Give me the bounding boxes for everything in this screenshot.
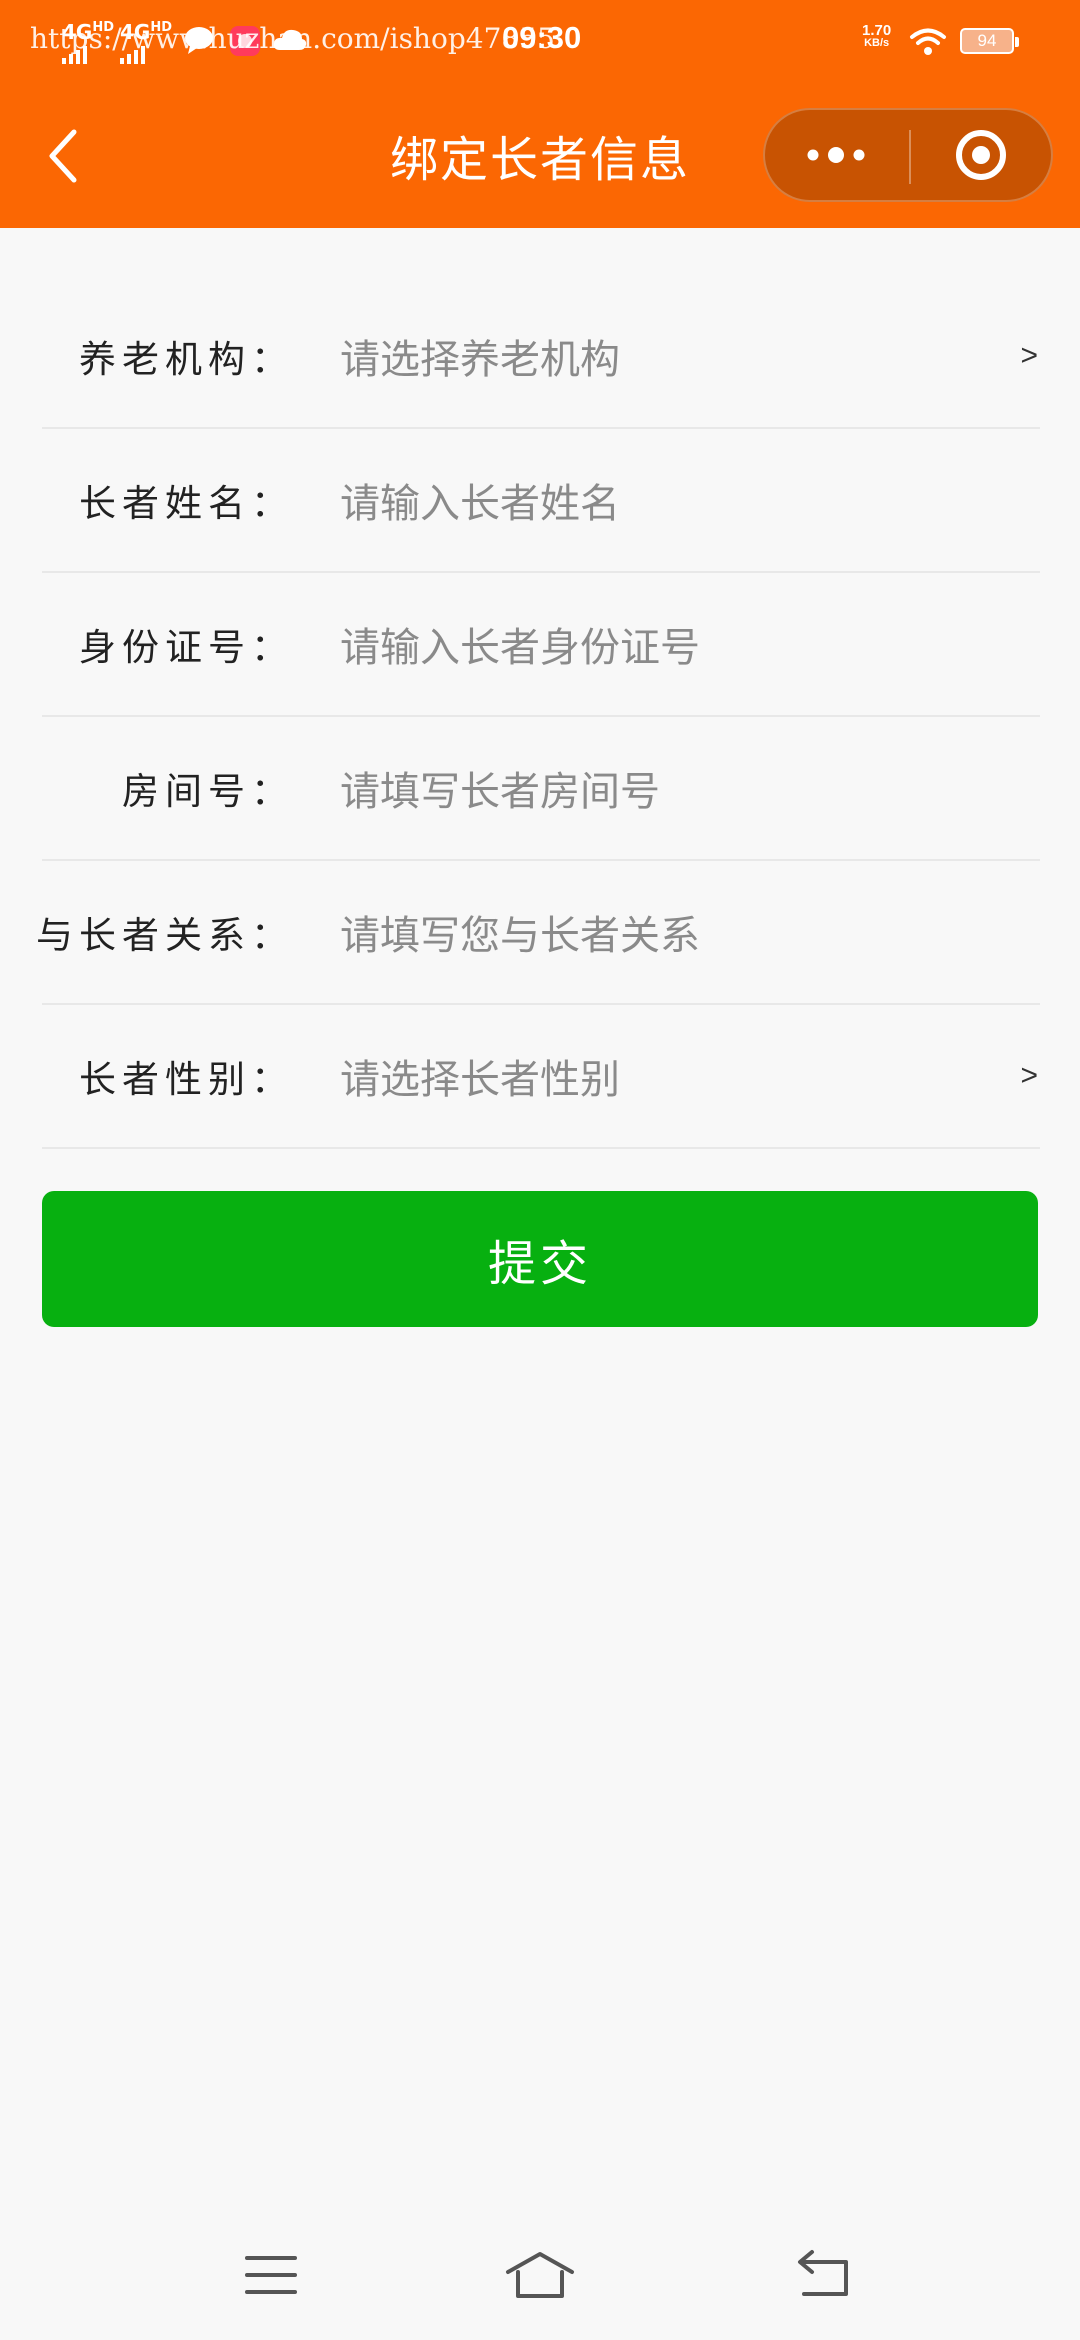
home-button[interactable] — [500, 2240, 580, 2310]
network-speed-value: 1.70 — [862, 22, 892, 39]
watermark-url: https://www.huzhan.com/ishop47855 — [30, 22, 555, 55]
gender-select[interactable]: 请选择长者性别 — [340, 1005, 980, 1147]
status-bar: 4GHD 4GHD https://www.huzhan.com/ishop47… — [0, 0, 1080, 80]
submit-button[interactable]: 提交 — [42, 1191, 1038, 1327]
page-title: 绑定长者信息 — [389, 132, 690, 188]
network-speed: 1.70 KB/s — [862, 22, 892, 50]
form-row-relation: 与长者关系： 请填写您与长者关系 — [36, 861, 1040, 1005]
status-time: 09:30 — [502, 20, 582, 55]
chevron-left-icon — [49, 129, 77, 183]
id-number-label: 身份证号： — [79, 626, 294, 669]
more-button[interactable] — [765, 110, 909, 200]
relation-label: 与长者关系： — [36, 914, 294, 957]
divider — [42, 1147, 1040, 1149]
page: 4GHD 4GHD https://www.huzhan.com/ishop47… — [0, 0, 1080, 2340]
wifi-icon — [910, 28, 946, 55]
close-button[interactable] — [911, 110, 1051, 200]
back-arrow-icon — [798, 2250, 848, 2296]
chevron-right-icon[interactable]: > — [1020, 1005, 1038, 1147]
relation-input[interactable]: 请填写您与长者关系 — [340, 861, 980, 1003]
home-icon — [506, 2252, 574, 2298]
battery-icon: 94 — [960, 28, 1019, 54]
room-input[interactable]: 请填写长者房间号 — [340, 717, 980, 859]
battery-level: 94 — [977, 31, 997, 50]
back-button[interactable] — [40, 118, 90, 194]
name-label: 长者姓名： — [79, 482, 294, 525]
form-row-name: 长者姓名： 请输入长者姓名 — [42, 429, 1040, 573]
header: 4GHD 4GHD https://www.huzhan.com/ishop47… — [0, 0, 1080, 228]
target-circle-icon — [956, 130, 1006, 180]
more-dots-icon — [807, 147, 865, 163]
chevron-right-icon[interactable]: > — [1020, 285, 1038, 427]
system-back-button[interactable] — [784, 2240, 864, 2310]
form-row-gender: 长者性别： 请选择长者性别 > — [42, 1005, 1040, 1149]
form-row-institution: 养老机构： 请选择养老机构 > — [42, 285, 1040, 429]
name-input[interactable]: 请输入长者姓名 — [340, 429, 980, 571]
system-nav-bar — [0, 2222, 1080, 2340]
mini-program-capsule — [763, 108, 1053, 202]
menu-icon — [245, 2256, 297, 2294]
menu-button[interactable] — [231, 2240, 311, 2310]
navbar: 绑定长者信息 — [0, 80, 1080, 228]
institution-select[interactable]: 请选择养老机构 — [340, 285, 980, 427]
network-speed-unit: KB/s — [864, 37, 890, 49]
institution-label: 养老机构： — [79, 338, 294, 381]
id-number-input[interactable]: 请输入长者身份证号 — [340, 573, 980, 715]
form-row-room: 房间号： 请填写长者房间号 — [42, 717, 1040, 861]
form-row-id-number: 身份证号： 请输入长者身份证号 — [42, 573, 1040, 717]
gender-label: 长者性别： — [79, 1058, 294, 1101]
room-label: 房间号： — [122, 770, 294, 813]
